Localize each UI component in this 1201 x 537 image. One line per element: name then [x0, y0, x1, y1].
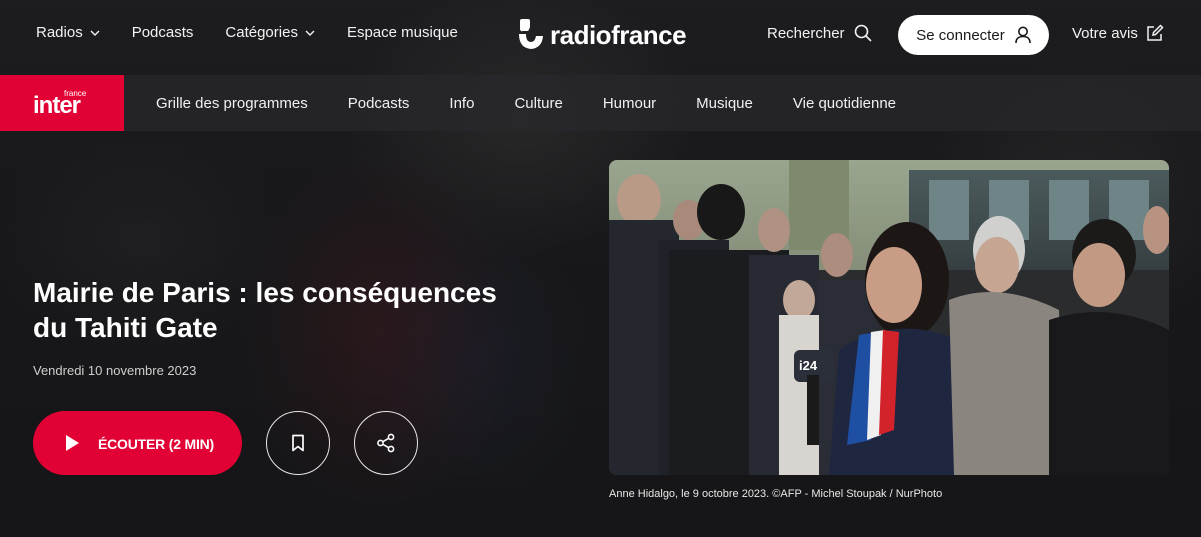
logo-big-text: inter [33, 92, 81, 119]
station-nav-podcasts[interactable]: Podcasts [348, 95, 410, 112]
play-icon [66, 435, 79, 451]
station-nav-humour[interactable]: Humour [603, 95, 656, 112]
nav-espace-musique-label: Espace musique [346, 24, 458, 41]
bookmark-button[interactable] [266, 411, 330, 475]
article-photo-illustration: i24 [609, 160, 1169, 475]
feedback-label: Votre avis [1072, 24, 1138, 42]
listen-label: ÉCOUTER (2 MIN) [98, 436, 215, 452]
nav-espace-musique[interactable]: Espace musique [347, 24, 458, 41]
search-button[interactable]: Rechercher [767, 24, 872, 42]
search-icon [854, 24, 872, 42]
search-label: Rechercher [767, 24, 845, 42]
share-button[interactable] [354, 411, 418, 475]
article-title: Mairie de Paris : les conséquences du Ta… [33, 277, 497, 343]
edit-icon [1147, 24, 1164, 41]
station-bar: france inter Grille des programmes Podca… [0, 75, 1201, 131]
station-nav-info[interactable]: Info [449, 95, 474, 112]
nav-radios-label: Radios [36, 24, 83, 41]
station-nav-grille[interactable]: Grille des programmes [156, 95, 308, 112]
user-icon [1014, 26, 1031, 44]
station-nav-musique[interactable]: Musique [696, 95, 753, 112]
radiofrance-logo-icon [519, 19, 543, 49]
top-nav: Radios Podcasts Catégories Espace musiqu… [36, 24, 490, 41]
station-nav: Grille des programmes Podcasts Info Cult… [156, 95, 936, 112]
article-photo: i24 [609, 160, 1169, 475]
nav-radios[interactable]: Radios [36, 24, 100, 41]
article-date: Vendredi 10 novembre 2023 [33, 363, 197, 378]
login-label: Se connecter [916, 26, 1005, 44]
nav-categories-label: Catégories [225, 24, 298, 41]
nav-categories[interactable]: Catégories [225, 24, 315, 41]
listen-button[interactable]: ÉCOUTER (2 MIN) [33, 411, 242, 475]
radiofrance-logo[interactable]: radiofrance [516, 18, 687, 52]
chevron-down-icon [90, 30, 100, 36]
top-header: Radios Podcasts Catégories Espace musiqu… [0, 0, 1201, 72]
station-nav-vie-quotidienne[interactable]: Vie quotidienne [793, 95, 896, 112]
bookmark-icon [292, 434, 304, 452]
photo-caption: Anne Hidalgo, le 9 octobre 2023. ©AFP - … [609, 488, 943, 500]
france-inter-logo[interactable]: france inter [0, 75, 124, 131]
share-icon [377, 433, 395, 453]
station-nav-culture[interactable]: Culture [514, 95, 562, 112]
feedback-button[interactable]: Votre avis [1072, 24, 1164, 42]
mic-label: i24 [799, 358, 818, 373]
nav-podcasts-label: Podcasts [131, 24, 194, 41]
chevron-down-icon [305, 30, 315, 36]
login-button[interactable]: Se connecter [898, 15, 1049, 55]
logo-text: radiofrance [550, 19, 687, 50]
nav-podcasts[interactable]: Podcasts [132, 24, 194, 41]
